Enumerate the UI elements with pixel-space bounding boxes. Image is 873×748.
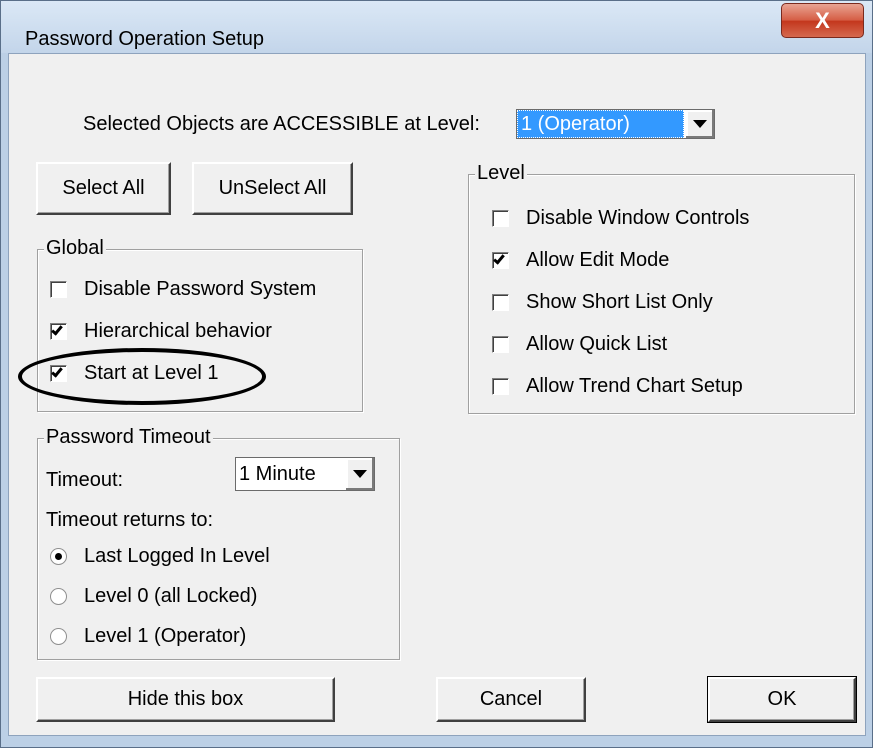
global-group: Global Disable Password System Hierarchi… bbox=[37, 237, 363, 412]
checkbox-box[interactable] bbox=[50, 323, 67, 340]
password-timeout-group: Password Timeout Timeout: 1 Minute Timeo… bbox=[37, 426, 400, 660]
checkbox-label: Hierarchical behavior bbox=[84, 320, 272, 342]
unselect-all-button[interactable]: UnSelect All bbox=[192, 162, 353, 215]
timeout-returns-label: Timeout returns to: bbox=[46, 509, 214, 531]
radio-label: Last Logged In Level bbox=[84, 545, 270, 567]
radio-button[interactable] bbox=[50, 628, 67, 645]
hide-box-label: Hide this box bbox=[127, 688, 244, 710]
radio-selected-dot-icon bbox=[55, 553, 62, 560]
chevron-down-icon[interactable] bbox=[684, 110, 714, 138]
radio-last-logged-in-level[interactable]: Last Logged In Level bbox=[50, 545, 270, 568]
ok-label: OK bbox=[767, 688, 797, 710]
timeout-select[interactable]: 1 Minute bbox=[235, 457, 375, 491]
radio-label: Level 1 (Operator) bbox=[84, 625, 247, 647]
access-level-select[interactable]: 1 (Operator) bbox=[516, 109, 715, 139]
checkbox-show-short-list-only[interactable]: Show Short List Only bbox=[492, 291, 713, 314]
checkmark-icon bbox=[493, 252, 505, 265]
radio-level-0-all-locked[interactable]: Level 0 (all Locked) bbox=[50, 585, 257, 608]
checkbox-box[interactable] bbox=[492, 378, 509, 395]
checkbox-label: Start at Level 1 bbox=[84, 362, 219, 384]
close-button[interactable]: X bbox=[781, 3, 864, 38]
access-level-label: Selected Objects are ACCESSIBLE at Level… bbox=[83, 113, 480, 135]
access-level-value: 1 (Operator) bbox=[517, 110, 684, 138]
checkbox-label: Allow Quick List bbox=[526, 333, 668, 355]
checkmark-icon bbox=[51, 365, 63, 378]
dialog-title: Password Operation Setup bbox=[25, 28, 265, 50]
radio-level-1-operator[interactable]: Level 1 (Operator) bbox=[50, 625, 246, 648]
checkbox-label: Show Short List Only bbox=[526, 291, 713, 313]
checkbox-box[interactable] bbox=[50, 365, 67, 382]
timeout-label: Timeout: bbox=[46, 469, 124, 491]
level-group: Level Disable Window Controls Allow Edit… bbox=[468, 162, 855, 414]
radio-button[interactable] bbox=[50, 548, 67, 565]
level-group-title: Level bbox=[475, 162, 527, 185]
checkbox-allow-trend-chart-setup[interactable]: Allow Trend Chart Setup bbox=[492, 375, 743, 398]
dialog-window: Password Operation Setup X Selected Obje… bbox=[0, 0, 873, 748]
cancel-label: Cancel bbox=[479, 688, 543, 710]
checkbox-hierarchical-behavior[interactable]: Hierarchical behavior bbox=[50, 320, 272, 343]
checkbox-allow-quick-list[interactable]: Allow Quick List bbox=[492, 333, 667, 356]
cancel-button[interactable]: Cancel bbox=[436, 677, 586, 722]
hide-box-button[interactable]: Hide this box bbox=[36, 677, 335, 722]
radio-label: Level 0 (all Locked) bbox=[84, 585, 258, 607]
global-group-title: Global bbox=[44, 237, 106, 260]
checkbox-label: Allow Edit Mode bbox=[526, 249, 670, 271]
select-all-label: Select All bbox=[62, 177, 145, 199]
dialog-client-area: Selected Objects are ACCESSIBLE at Level… bbox=[8, 53, 866, 736]
radio-button[interactable] bbox=[50, 588, 67, 605]
title-bar[interactable]: Password Operation Setup X bbox=[1, 1, 872, 53]
checkbox-label: Disable Password System bbox=[84, 278, 317, 300]
checkbox-box[interactable] bbox=[50, 281, 67, 298]
chevron-down-icon[interactable] bbox=[344, 458, 374, 490]
checkbox-disable-password-system[interactable]: Disable Password System bbox=[50, 278, 316, 301]
password-timeout-group-title: Password Timeout bbox=[44, 426, 213, 449]
checkbox-box[interactable] bbox=[492, 336, 509, 353]
unselect-all-label: UnSelect All bbox=[218, 177, 327, 199]
select-all-button[interactable]: Select All bbox=[36, 162, 171, 215]
ok-button[interactable]: OK bbox=[707, 676, 857, 723]
checkbox-box[interactable] bbox=[492, 252, 509, 269]
checkbox-label: Disable Window Controls bbox=[526, 207, 750, 229]
timeout-value: 1 Minute bbox=[239, 462, 316, 485]
checkbox-label: Allow Trend Chart Setup bbox=[526, 375, 743, 397]
checkbox-disable-window-controls[interactable]: Disable Window Controls bbox=[492, 207, 749, 230]
checkbox-box[interactable] bbox=[492, 294, 509, 311]
checkbox-allow-edit-mode[interactable]: Allow Edit Mode bbox=[492, 249, 669, 272]
checkbox-start-at-level-1[interactable]: Start at Level 1 bbox=[50, 362, 219, 385]
close-icon: X bbox=[815, 7, 830, 33]
checkmark-icon bbox=[51, 323, 63, 336]
checkbox-box[interactable] bbox=[492, 210, 509, 227]
